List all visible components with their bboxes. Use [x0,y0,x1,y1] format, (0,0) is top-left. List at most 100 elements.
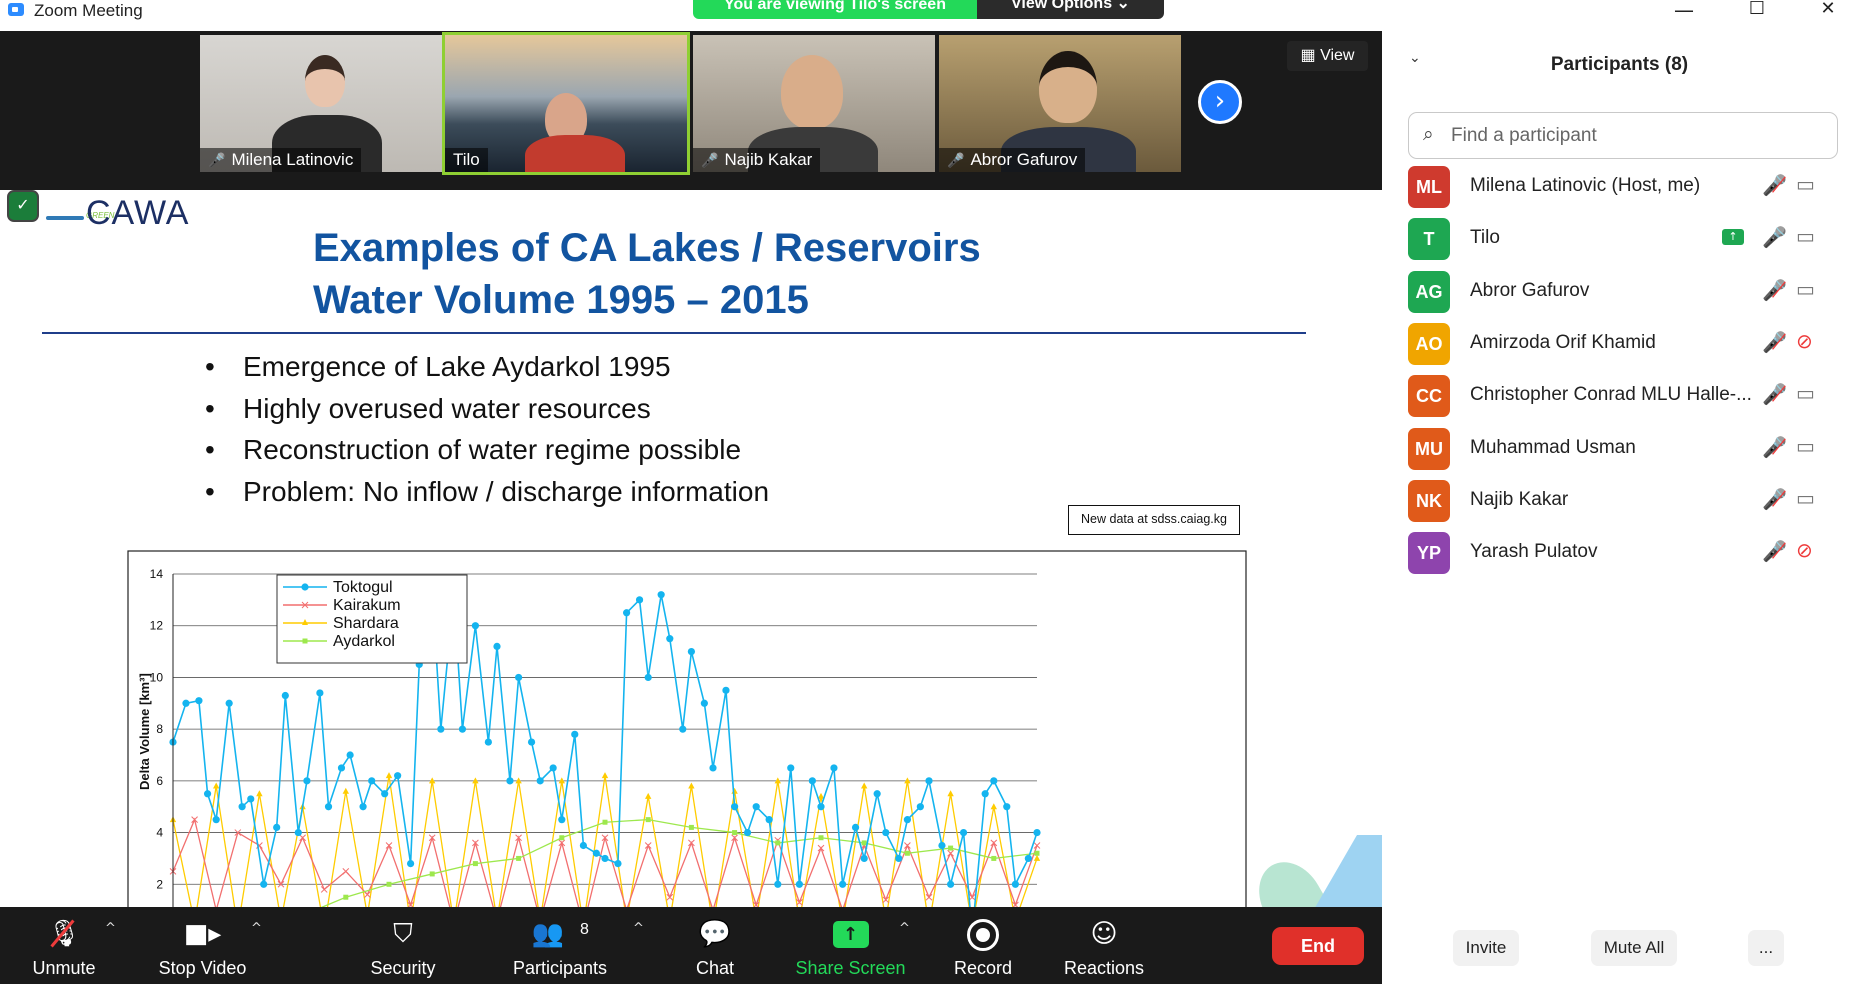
chart-point-toktogul [903,816,912,824]
participant-avatar: AO [1408,322,1450,365]
participant-row[interactable]: T Tilo ↑ 🎤 ▭ [1408,217,1848,261]
muted-mic-icon[interactable]: 🎤̸ [1762,382,1787,406]
record-button[interactable]: Record [950,907,1016,984]
muted-mic-icon[interactable]: 🎤̸ [1762,435,1787,459]
video-camera-icon[interactable]: ▭ [1796,224,1815,248]
chart-point-toktogul [506,777,514,785]
participant-row[interactable]: CC Christopher Conrad MLU Halle-... 🎤̸ ▭ [1408,374,1848,418]
view-options-button[interactable]: View Options ⌄ [977,0,1164,19]
invite-button[interactable]: Invite [1453,930,1519,966]
chart-point-aydarkol [559,835,565,841]
participant-row[interactable]: NK Najib Kakar 🎤̸ ▭ [1408,479,1848,523]
participant-row[interactable]: AO Amirzoda Orif Khamid 🎤̸ ⊘ [1408,322,1848,366]
chart-point-toktogul [774,880,782,888]
more-options-button[interactable]: ... [1748,930,1784,966]
chart-point-aydarkol [343,894,349,900]
participant-row[interactable]: YP Yarash Pulatov 🎤̸ ⊘ [1408,531,1848,575]
participant-avatar: T [1408,218,1450,261]
chart-point-toktogul [407,860,415,868]
video-camera-icon: ■▸ [183,919,222,949]
participant-row[interactable]: MU Muhammad Usman 🎤̸ ▭ [1408,427,1848,471]
bullet-item: Highly overused water resources [205,388,769,430]
participants-button[interactable]: 👥 8 Participants [504,907,616,984]
share-screen-arrow-icon: ↑ [832,921,869,948]
chart-point-toktogul [346,751,354,759]
video-camera-icon[interactable]: ▭ [1796,172,1815,196]
next-page-arrow-icon[interactable]: › [1198,80,1242,124]
chart-point-aydarkol [775,840,781,846]
muted-mic-icon[interactable]: 🎤̸ [1762,539,1787,563]
participant-row[interactable]: ML Milena Latinovic (Host, me) 🎤̸ ▭ [1408,165,1848,209]
chart-point-toktogul [281,691,289,700]
chart-y-tick-label: 2 [156,877,163,891]
participant-row[interactable]: AG Abror Gafurov 🎤̸ ▭ [1408,270,1848,314]
participant-name: Yarash Pulatov [1470,541,1598,563]
viewing-screen-label: You are viewing Tilo's screen [693,0,977,19]
chart-y-tick-label: 4 [156,826,163,840]
muted-mic-icon: 🎤 [947,152,965,168]
chart-point-toktogul [938,841,946,850]
chart-point-toktogul [860,854,868,863]
share-screen-button[interactable]: ↑ Share Screen [793,907,908,984]
minimize-button[interactable]: — [1664,0,1704,22]
video-off-icon[interactable]: ⊘ [1796,538,1813,562]
participants-panel-title: Participants (8) [1550,54,1689,75]
chart-point-aydarkol [991,855,997,861]
chart-point-toktogul [484,738,492,746]
water-volume-chart: 0246810121495979901030507091113 Delta Vo… [127,550,1247,907]
participant-name: Najib Kakar [1470,488,1569,510]
chat-bubble-icon: 💬 [698,919,732,949]
maximize-button[interactable]: ☐ [1737,0,1777,20]
video-tile[interactable]: 🎤 Milena Latinovic [200,35,442,172]
chart-point-toktogul [614,860,622,868]
video-camera-icon[interactable]: ▭ [1796,486,1815,510]
chart-point-toktogul [644,673,652,682]
muted-mic-icon[interactable]: 🎤̸ [1762,487,1787,511]
chart-point-toktogul [381,790,389,798]
participants-options-caret-icon[interactable]: ^ [633,921,644,936]
security-button[interactable]: ⛉ Security [360,907,446,984]
new-data-note: New data at sdss.caiag.kg [1068,505,1240,535]
slide-title-line-2: Water Volume 1995 – 2015 [313,278,809,322]
video-tile-active-speaker[interactable]: Tilo [442,32,690,175]
participants-people-icon: 👥 [531,919,565,949]
chart-y-tick-label: 8 [156,722,163,736]
bullet-item: Problem: No inflow / discharge informati… [205,471,769,513]
participant-avatar: NK [1408,479,1450,522]
record-icon [967,919,999,951]
chart-point-toktogul [808,777,816,785]
participant-search[interactable]: ⌕ [1408,112,1838,159]
video-options-caret-icon[interactable]: ^ [251,921,262,936]
chart-point-toktogul [273,823,281,831]
unmute-button[interactable]: 🎙 Unmute [14,907,114,984]
video-camera-icon[interactable]: ▭ [1796,434,1815,458]
video-off-icon[interactable]: ⊘ [1796,329,1813,353]
participant-search-input[interactable] [1451,123,1821,149]
audio-options-caret-icon[interactable]: ^ [105,921,116,936]
video-camera-icon[interactable]: ▭ [1796,381,1815,405]
muted-mic-icon[interactable]: 🎤̸ [1762,278,1787,302]
chart-point-aydarkol [688,824,694,830]
screen-share-icon: ↑ [1722,229,1744,246]
view-layout-button[interactable]: ▦ View [1287,41,1368,71]
muted-mic-icon[interactable]: 🎤̸ [1762,173,1787,197]
close-button[interactable]: ✕ [1808,0,1848,20]
chart-point-toktogul [458,725,467,733]
video-tile[interactable]: 🎤 Abror Gafurov [939,35,1181,172]
mute-all-button[interactable]: Mute All [1591,930,1677,966]
muted-mic-icon[interactable]: 🎤̸ [1762,330,1787,354]
share-options-caret-icon[interactable]: ^ [899,921,910,936]
video-camera-icon[interactable]: ▭ [1796,277,1815,301]
participant-name: Abror Gafurov [1470,279,1590,301]
chart-point-toktogul [925,777,933,785]
chat-button[interactable]: 💬 Chat [685,907,745,984]
video-tile[interactable]: 🎤 Najib Kakar [693,35,935,172]
encryption-shield-icon[interactable]: ✓ [7,190,39,222]
stop-video-button[interactable]: ■▸ Stop Video [150,907,255,984]
end-meeting-button[interactable]: End [1272,927,1364,965]
mic-icon[interactable]: 🎤 [1762,225,1787,249]
zoom-logo-icon [8,3,24,16]
chart-point-toktogul [212,816,220,824]
chart-point-toktogul [830,764,838,772]
reactions-button[interactable]: ☺ Reactions [1060,907,1148,984]
